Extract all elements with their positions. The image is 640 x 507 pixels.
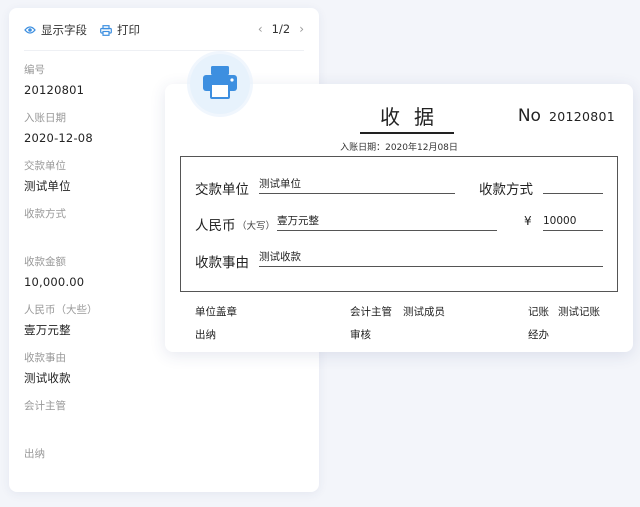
pager: ‹ 1/2 ›	[258, 22, 304, 36]
payer-value: 测试单位	[259, 177, 455, 194]
review-label: 审核	[350, 329, 371, 341]
reason-value: 测试收款	[259, 250, 603, 267]
rmb-hint: （大写）	[237, 221, 276, 232]
chevron-left-icon[interactable]: ‹	[258, 22, 263, 36]
printer-icon	[100, 24, 112, 36]
payment-method-label: 收款方式	[479, 182, 533, 198]
cashier-label: 出纳	[195, 329, 216, 341]
handler-label: 经办	[528, 329, 549, 341]
field-label: 出纳	[24, 448, 45, 460]
receipt-body: 交款单位 测试单位 收款方式 人民币 （大写） 壹万元整 ¥ 10000 收款事…	[180, 156, 618, 292]
accountant-label: 会计主管	[350, 306, 392, 318]
seal-label: 单位盖章	[195, 306, 237, 318]
page-indicator: 1/2	[271, 22, 291, 36]
field-accountant: 会计主管	[24, 396, 304, 444]
payment-method-value	[543, 177, 603, 194]
receipt-preview: 收据 No 20120801 入账日期：2020年12月08日 交款单位 测试单…	[165, 84, 633, 352]
receipt-number-value: 20120801	[548, 109, 615, 124]
show-fields-button[interactable]: 显示字段	[24, 22, 87, 38]
print-button[interactable]: 打印	[100, 22, 140, 38]
bookkeeper-value: 测试记账	[558, 306, 600, 318]
amount-value: 10000	[543, 214, 603, 231]
print-label: 打印	[117, 23, 140, 37]
field-value	[24, 416, 304, 436]
field-value	[24, 464, 304, 484]
printer-badge-icon	[201, 65, 239, 103]
receipt-number: No 20120801	[518, 106, 615, 126]
bookkeeper-label: 记账	[528, 306, 549, 318]
show-fields-label: 显示字段	[41, 23, 87, 37]
field-label: 编号	[24, 64, 45, 76]
eye-icon	[24, 25, 36, 35]
field-reason: 收款事由 测试收款	[24, 348, 304, 396]
reason-label: 收款事由	[195, 255, 249, 271]
field-label: 会计主管	[24, 400, 66, 412]
payer-label: 交款单位	[195, 182, 249, 198]
toolbar: 显示字段 打印 ‹ 1/2 ›	[24, 20, 304, 51]
chevron-right-icon[interactable]: ›	[299, 22, 304, 36]
field-value: 测试收款	[24, 371, 71, 385]
receipt-title: 收据	[360, 102, 454, 134]
field-cashier: 出纳	[24, 444, 304, 492]
rmb-label: 人民币	[195, 218, 236, 234]
yen-symbol: ¥	[524, 214, 532, 228]
print-badge[interactable]	[190, 54, 250, 114]
rmb-uppercase-value: 壹万元整	[277, 214, 497, 231]
receipt-date: 入账日期：2020年12月08日	[340, 143, 458, 153]
receipt-number-label: No	[517, 106, 541, 126]
accountant-value: 测试成员	[403, 306, 445, 318]
